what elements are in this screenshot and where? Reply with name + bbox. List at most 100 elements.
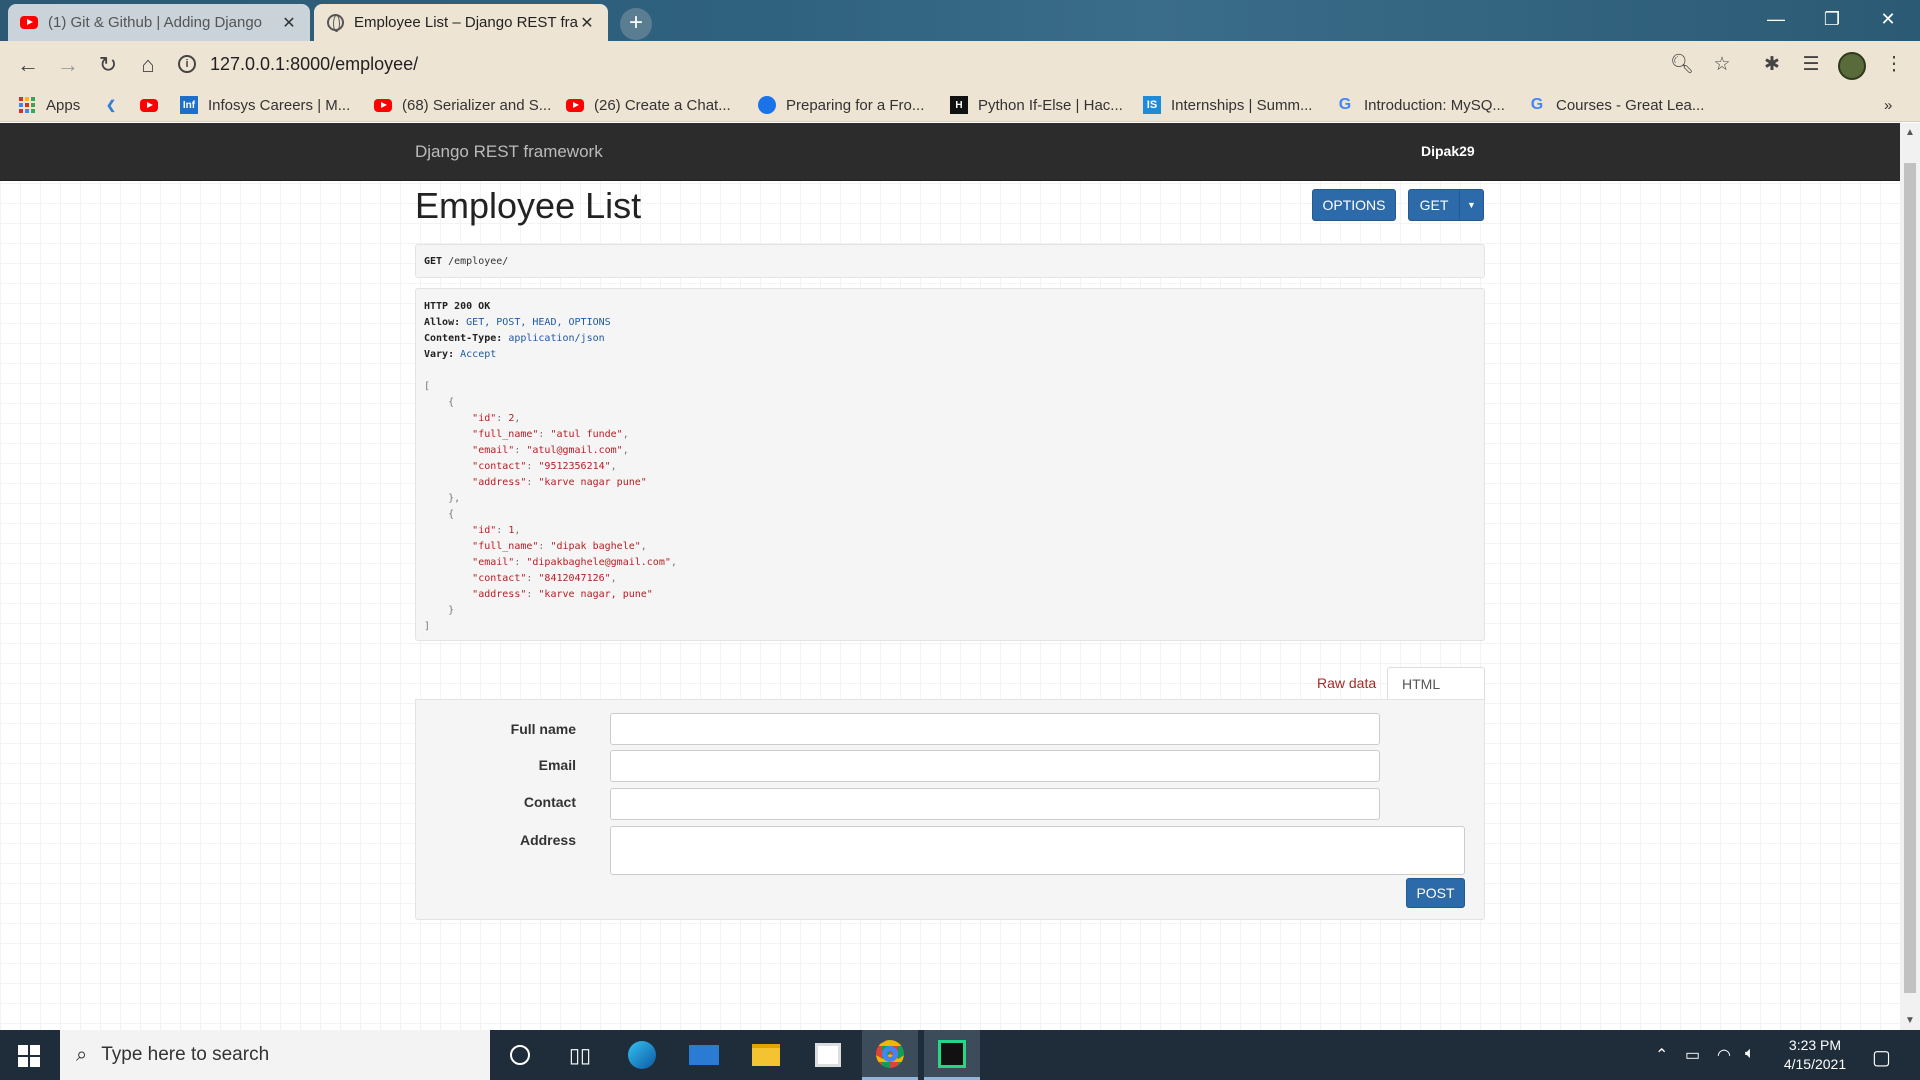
- clock-time: 3:23 PM: [1788, 1037, 1842, 1053]
- show-hidden-icons[interactable]: ⌃: [1655, 1045, 1668, 1065]
- json-value: "dipakbaghele@gmail.com": [526, 557, 671, 568]
- address-textarea[interactable]: [610, 826, 1465, 875]
- bookmark-star-icon[interactable]: ☆: [1708, 51, 1736, 79]
- json-key: "email": [472, 557, 515, 568]
- wifi-icon[interactable]: ◠: [1717, 1045, 1731, 1065]
- reload-icon[interactable]: ↻: [94, 51, 122, 79]
- home-icon[interactable]: ⌂: [134, 51, 162, 79]
- bookmarks-bar: Apps ❮ Inf Infosys Careers | M... (68) S…: [0, 88, 1920, 122]
- page-title: Employee List: [415, 185, 642, 226]
- bookmark-hackerrank[interactable]: H Python If-Else | Hac...: [950, 94, 1123, 116]
- bookmark-label: Courses - Great Lea...: [1556, 96, 1705, 114]
- caret-down-icon: ▼: [1467, 200, 1476, 210]
- page-scrollbar[interactable]: ▲ ▼: [1900, 123, 1920, 1030]
- new-tab-button[interactable]: +: [620, 8, 652, 40]
- browser-tab-strip: (1) Git & Github | Adding Django ✕ Emplo…: [0, 0, 1920, 41]
- browser-tab-youtube[interactable]: (1) Git & Github | Adding Django ✕: [8, 4, 310, 41]
- taskbar-search[interactable]: ⌕ Type here to search: [60, 1030, 490, 1080]
- pycharm-icon[interactable]: [924, 1030, 980, 1080]
- store-icon[interactable]: [800, 1030, 856, 1080]
- scroll-down-icon[interactable]: ▼: [1905, 1015, 1915, 1026]
- full-name-input[interactable]: [610, 713, 1380, 745]
- bookmark-serializer[interactable]: (68) Serializer and S...: [374, 94, 551, 116]
- json-key: "contact": [472, 461, 527, 472]
- reading-list-icon[interactable]: ☰: [1797, 51, 1825, 79]
- site-info-icon[interactable]: i: [178, 55, 196, 73]
- bookmark-label: Apps: [46, 96, 81, 114]
- back-icon[interactable]: ←: [14, 51, 42, 79]
- mail-icon[interactable]: [676, 1030, 732, 1080]
- email-input[interactable]: [610, 750, 1380, 782]
- bookmark-infosys[interactable]: Inf Infosys Careers | M...: [180, 94, 350, 116]
- bookmark-preparing[interactable]: Preparing for a Fro...: [758, 94, 924, 116]
- menu-icon[interactable]: ⋮: [1880, 51, 1908, 79]
- restore-icon[interactable]: ❐: [1804, 0, 1860, 38]
- bookmark-label: (26) Create a Chat...: [594, 96, 731, 114]
- header-name: Vary:: [424, 349, 455, 360]
- volume-icon[interactable]: 🔈︎: [1745, 1045, 1755, 1063]
- header-value: GET, POST, HEAD, OPTIONS: [466, 317, 611, 328]
- bookmark-label: Introduction: MySQ...: [1364, 96, 1505, 114]
- minimize-icon[interactable]: —: [1748, 0, 1804, 38]
- edge-icon[interactable]: [614, 1030, 670, 1080]
- bookmark-apps[interactable]: Apps: [18, 94, 80, 116]
- scrollbar-thumb[interactable]: [1904, 163, 1916, 993]
- bookmark-youtube[interactable]: [140, 94, 168, 116]
- user-menu[interactable]: Dipak29: [1421, 143, 1475, 159]
- drf-navbar: Django REST framework Dipak29: [0, 123, 1900, 181]
- tab-raw-data[interactable]: Raw data: [1303, 667, 1390, 700]
- bookmark-great-learning[interactable]: G Courses - Great Lea...: [1528, 94, 1705, 116]
- youtube-icon: [140, 96, 158, 114]
- bookmark-internships[interactable]: IS Internships | Summ...: [1143, 94, 1312, 116]
- forward-icon[interactable]: →: [54, 51, 82, 79]
- windows-start-icon[interactable]: [18, 1045, 40, 1067]
- battery-icon[interactable]: ▭: [1685, 1045, 1700, 1065]
- options-button[interactable]: OPTIONS: [1312, 189, 1396, 221]
- taskbar-clock[interactable]: 3:23 PM 4/15/2021: [1770, 1036, 1860, 1074]
- cortana-icon[interactable]: [492, 1030, 548, 1080]
- json-value: "karve nagar pune": [538, 477, 647, 488]
- zoom-icon[interactable]: 🔍︎: [1668, 51, 1696, 79]
- google-icon: G: [1338, 96, 1352, 113]
- profile-avatar[interactable]: [1838, 52, 1866, 80]
- contact-input[interactable]: [610, 788, 1380, 820]
- scroll-up-icon[interactable]: ▲: [1905, 127, 1915, 138]
- json-line: },: [424, 493, 461, 504]
- infosys-icon: Inf: [180, 96, 198, 114]
- header-value: application/json: [508, 333, 605, 344]
- browser-toolbar: ← → ↻ ⌂ i 127.0.0.1:8000/employee/ 🔍︎ ☆ …: [0, 41, 1920, 88]
- contact-label: Contact: [523, 794, 576, 810]
- tab-html-form[interactable]: HTML form: [1387, 667, 1485, 725]
- extensions-icon[interactable]: ✱: [1758, 51, 1786, 79]
- search-icon: ⌕: [76, 1043, 88, 1066]
- youtube-icon: [566, 96, 584, 114]
- post-form: Full name Email Contact Address POST: [415, 699, 1485, 920]
- form-tabs: Raw data HTML form: [415, 667, 1485, 725]
- address-bar[interactable]: i 127.0.0.1:8000/employee/: [178, 47, 1678, 81]
- get-format-dropdown[interactable]: ▼: [1459, 189, 1484, 221]
- json-key: "id": [472, 525, 497, 536]
- globe-icon: [326, 14, 344, 32]
- json-line: ]: [424, 621, 431, 632]
- bookmarks-overflow[interactable]: »: [1884, 94, 1892, 116]
- get-button[interactable]: GET: [1408, 189, 1460, 221]
- windows-taskbar: ⌕ Type here to search ▯▯ ⌃ ▭ ◠ 🔈︎ 3:23 P…: [0, 1030, 1920, 1080]
- close-tab-icon[interactable]: ✕: [578, 13, 596, 33]
- close-tab-icon[interactable]: ✕: [280, 13, 298, 33]
- bookmark-kotlin[interactable]: ❮: [102, 94, 130, 116]
- file-explorer-icon[interactable]: [738, 1030, 794, 1080]
- close-window-icon[interactable]: ✕: [1860, 0, 1916, 38]
- bookmark-chat[interactable]: (26) Create a Chat...: [566, 94, 731, 116]
- json-value: "dipak baghele": [550, 541, 641, 552]
- google-icon: G: [1530, 96, 1544, 113]
- brand-link[interactable]: Django REST framework: [415, 142, 603, 162]
- browser-tab-employee-list[interactable]: Employee List – Django REST framework ✕: [314, 4, 608, 41]
- youtube-icon: [374, 96, 392, 114]
- json-line: }: [424, 605, 455, 616]
- json-line: "full_name": "atul funde",: [472, 429, 629, 440]
- notifications-icon[interactable]: ▢: [1872, 1045, 1891, 1070]
- post-button[interactable]: POST: [1406, 878, 1465, 908]
- chrome-icon[interactable]: [862, 1030, 918, 1080]
- task-view-icon[interactable]: ▯▯: [552, 1030, 608, 1080]
- bookmark-mysql[interactable]: G Introduction: MySQ...: [1336, 94, 1505, 116]
